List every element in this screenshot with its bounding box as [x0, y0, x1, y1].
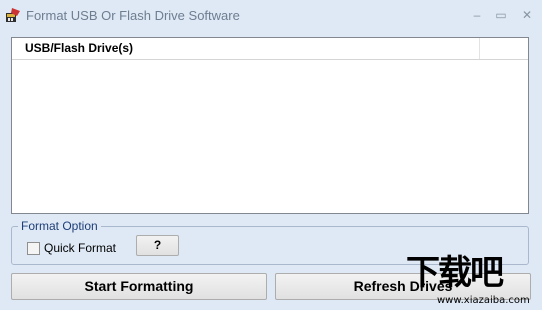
usb-format-app-icon	[5, 7, 21, 23]
help-button[interactable]: ?	[136, 235, 179, 256]
watermark-logo: 下载吧 www.xiazaiba.com	[406, 253, 542, 310]
watermark-mark: 下载吧	[406, 253, 504, 293]
maximize-button[interactable]: ▭	[488, 4, 514, 26]
drive-list[interactable]: USB/Flash Drive(s)	[11, 37, 529, 214]
watermark-url: www.xiazaiba.com	[437, 295, 530, 306]
app-window: Format USB Or Flash Drive Software – ▭ ✕…	[0, 0, 542, 310]
format-option-legend: Format Option	[18, 219, 101, 233]
minimize-button[interactable]: –	[464, 4, 490, 26]
column-header-drives[interactable]: USB/Flash Drive(s)	[12, 38, 480, 59]
quick-format-label[interactable]: Quick Format	[44, 241, 116, 255]
drive-list-header: USB/Flash Drive(s)	[12, 38, 528, 60]
drive-list-body[interactable]	[12, 60, 528, 213]
quick-format-checkbox[interactable]	[27, 242, 40, 255]
column-header-filler	[480, 38, 528, 59]
close-button[interactable]: ✕	[514, 4, 540, 26]
title-bar[interactable]: Format USB Or Flash Drive Software – ▭ ✕	[0, 0, 542, 32]
window-title: Format USB Or Flash Drive Software	[26, 8, 240, 23]
start-formatting-button[interactable]: Start Formatting	[11, 273, 267, 300]
